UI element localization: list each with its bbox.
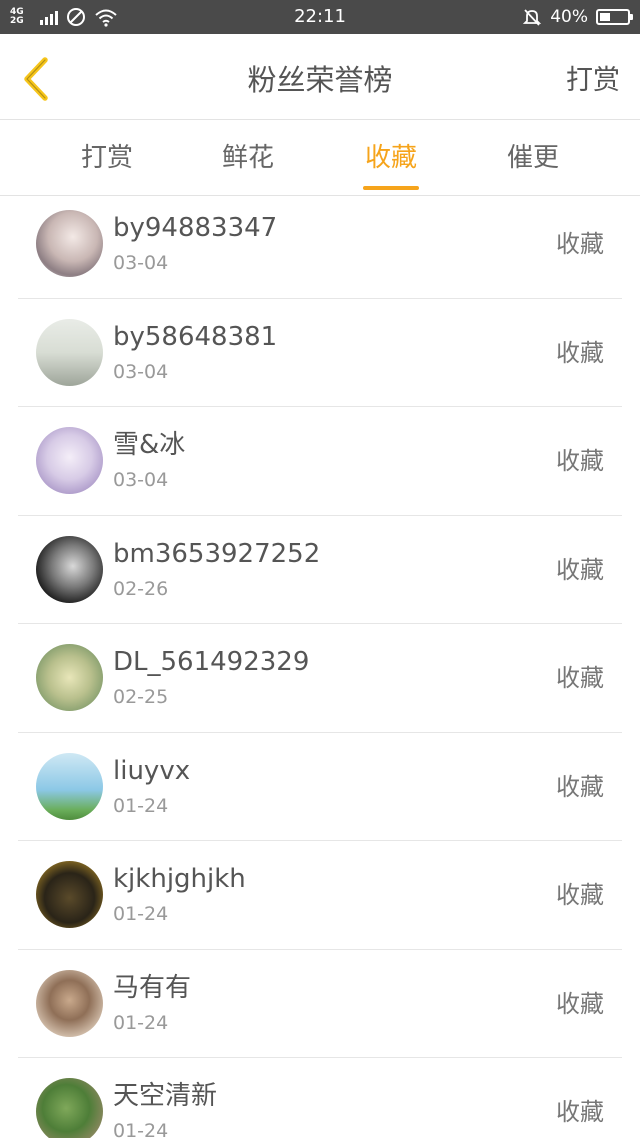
fan-action-label: 收藏 [556,989,604,1018]
fan-action-label: 收藏 [556,447,604,475]
app-header: 粉丝荣誉榜 打赏 [0,34,640,120]
tab-label: 打赏 [80,143,133,173]
fan-action-label: 收藏 [556,230,604,258]
fan-name: 马有有 [113,972,192,1003]
avatar[interactable] [36,969,103,1037]
list-item[interactable]: 雪&冰 03-04 收藏 [18,407,622,516]
tab-label: 鲜花 [221,143,274,173]
status-right: 40% [522,6,633,28]
tab-label: 催更 [506,143,559,173]
fan-name: liuyvx [113,755,191,786]
list-item[interactable]: DL_561492329 02-25 收藏 [18,624,622,733]
battery-percent: 40% [550,7,588,27]
fan-date: 03-04 [113,360,169,383]
list-item[interactable]: bm3653927252 02-26 收藏 [18,516,622,624]
fan-name: by58648381 [113,321,278,352]
battery-fill [600,13,611,21]
avatar[interactable] [36,752,103,820]
fan-action-label: 收藏 [556,664,604,692]
avatar[interactable] [36,1078,103,1138]
tab-label: 收藏 [364,143,417,173]
fan-date: 01-24 [113,903,169,925]
avatar[interactable] [36,427,103,494]
list-item[interactable]: by58648381 03-04 收藏 [18,299,622,407]
reward-button[interactable]: 打赏 [566,64,620,98]
fan-action-label: 收藏 [556,881,604,909]
fan-list: by94883347 03-04 收藏 by58648381 03-04 收藏 雪&冰 03-… [0,190,640,1138]
tab-0[interactable]: 打赏 [47,121,167,196]
fan-name: 雪&冰 [113,430,186,460]
status-bar: 4G 2G 22:11 40% [0,0,640,34]
list-item[interactable]: 天空清新 01-24 收藏 [18,1058,622,1138]
avatar[interactable] [36,318,103,386]
list-item[interactable]: liuyvx 01-24 收藏 [18,733,622,841]
fan-name: by94883347 [113,213,278,243]
fan-action-label: 收藏 [556,555,604,584]
fan-name: DL_561492329 [113,647,310,677]
list-item[interactable]: kjkhjghjkh 01-24 收藏 [18,841,622,950]
tab-3[interactable]: 催更 [473,121,593,196]
avatar[interactable] [36,535,103,603]
fan-name: bm3653927252 [113,538,321,569]
page-title: 粉丝荣誉榜 [247,63,393,97]
fan-date: 03-04 [113,252,169,274]
avatar[interactable] [36,210,103,277]
tab-1[interactable]: 鲜花 [188,121,308,196]
fan-name: 天空清新 [113,1081,218,1111]
fan-date: 03-04 [113,469,169,491]
battery-icon [596,9,633,25]
tab-2[interactable]: 收藏 [331,121,451,196]
fan-date: 01-24 [113,1120,169,1138]
fan-action-label: 收藏 [556,1098,604,1126]
fan-date: 01-24 [113,794,169,817]
bell-muted-icon [523,9,542,26]
list-item[interactable]: 马有有 01-24 收藏 [18,950,622,1058]
fan-action-label: 收藏 [556,338,604,367]
fan-date: 02-26 [113,577,169,600]
list-item[interactable]: by94883347 03-04 收藏 [18,190,622,299]
fan-name: kjkhjghjkh [113,864,246,894]
tab-bar: 打赏 鲜花 收藏 催更 [0,121,640,196]
avatar[interactable] [36,861,103,928]
fan-date: 01-24 [113,1011,169,1034]
fan-date: 02-25 [113,686,169,708]
avatar[interactable] [36,644,103,711]
fan-action-label: 收藏 [556,772,604,801]
